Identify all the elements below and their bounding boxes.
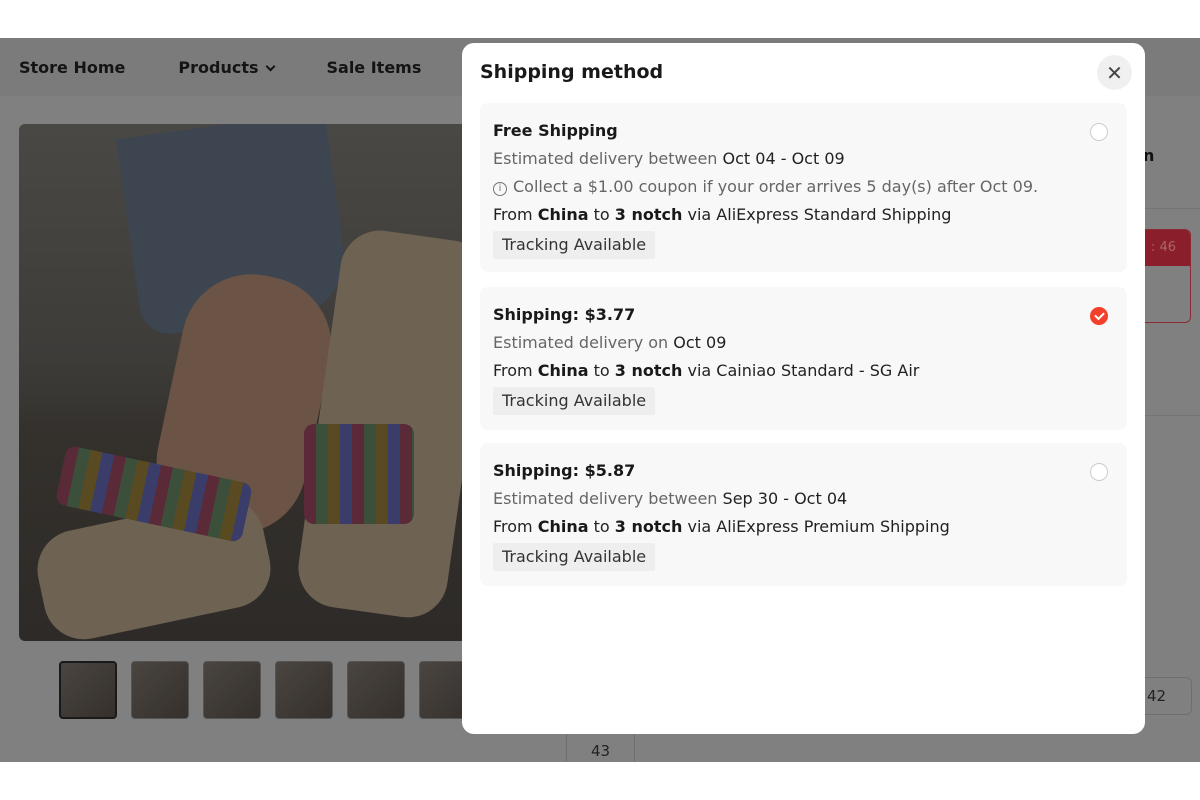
destination: 3 notch xyxy=(614,361,683,380)
thumbnail-strip xyxy=(59,661,477,719)
close-button[interactable]: ✕ xyxy=(1097,55,1132,90)
thumbnail[interactable] xyxy=(131,661,189,719)
delivery-dates: Oct 09 xyxy=(673,333,727,352)
shipping-option-free[interactable]: Free Shipping Estimated delivery between… xyxy=(480,103,1127,272)
from-label: From xyxy=(493,517,533,536)
thumbnail[interactable] xyxy=(59,661,117,719)
nav-sale-items[interactable]: Sale Items xyxy=(327,58,422,77)
size-option[interactable]: 42 xyxy=(1140,677,1192,715)
to-label: to xyxy=(593,205,610,224)
radio-unselected[interactable] xyxy=(1090,463,1108,481)
carrier: via AliExpress Premium Shipping xyxy=(687,517,950,536)
tracking-tag: Tracking Available xyxy=(493,387,656,415)
nav-store-home[interactable]: Store Home xyxy=(19,58,125,77)
radio-unselected[interactable] xyxy=(1090,123,1108,141)
tracking-tag: Tracking Available xyxy=(493,543,656,571)
delivery-prefix: Estimated delivery on xyxy=(493,333,669,352)
info-icon: i xyxy=(493,182,507,196)
delivery-prefix: Estimated delivery between xyxy=(493,149,718,168)
from-label: From xyxy=(493,361,533,380)
shipping-option-3-77[interactable]: Shipping: $3.77 Estimated delivery on Oc… xyxy=(480,287,1127,430)
option-title: Shipping: $3.77 xyxy=(493,305,636,324)
option-title: Free Shipping xyxy=(493,121,618,140)
shipping-method-modal: Shipping method ✕ Free Shipping Estimate… xyxy=(462,43,1145,734)
delivery-dates: Sep 30 - Oct 04 xyxy=(722,489,848,508)
radio-selected-check-icon[interactable] xyxy=(1090,307,1108,325)
origin: China xyxy=(537,361,589,380)
origin: China xyxy=(537,205,589,224)
chevron-down-icon xyxy=(265,61,275,71)
product-main-image xyxy=(19,124,479,641)
thumbnail[interactable] xyxy=(347,661,405,719)
destination: 3 notch xyxy=(614,205,683,224)
tracking-tag: Tracking Available xyxy=(493,231,656,259)
carrier: via Cainiao Standard - SG Air xyxy=(687,361,920,380)
modal-title: Shipping method xyxy=(480,61,664,83)
delivery-dates: Oct 04 - Oct 09 xyxy=(722,149,845,168)
size-option[interactable]: 43 xyxy=(566,730,635,762)
sale-timer: : 46 xyxy=(1138,229,1191,323)
shipping-option-5-87[interactable]: Shipping: $5.87 Estimated delivery betwe… xyxy=(480,443,1127,586)
carrier: via AliExpress Standard Shipping xyxy=(687,205,952,224)
option-title: Shipping: $5.87 xyxy=(493,461,636,480)
close-icon: ✕ xyxy=(1106,60,1123,85)
thumbnail[interactable] xyxy=(203,661,261,719)
delivery-prefix: Estimated delivery between xyxy=(493,489,718,508)
from-label: From xyxy=(493,205,533,224)
to-label: to xyxy=(593,361,610,380)
to-label: to xyxy=(593,517,610,536)
divider xyxy=(1140,415,1200,416)
origin: China xyxy=(537,517,589,536)
destination: 3 notch xyxy=(614,517,683,536)
divider xyxy=(1140,208,1200,209)
thumbnail[interactable] xyxy=(275,661,333,719)
timer-text: : 46 xyxy=(1139,230,1190,266)
coupon-note: Collect a $1.00 coupon if your order arr… xyxy=(513,177,1039,196)
nav-products[interactable]: Products xyxy=(178,57,275,77)
nav-products-label: Products xyxy=(178,57,259,77)
